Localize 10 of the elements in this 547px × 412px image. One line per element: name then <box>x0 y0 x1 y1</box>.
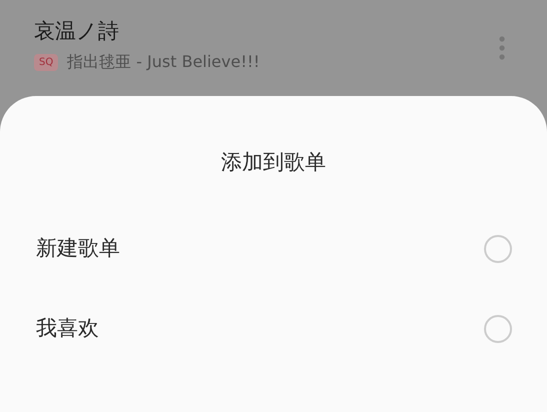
option-label[interactable]: 新建歌单 <box>36 233 484 265</box>
song-title: 哀温ノ詩 <box>34 18 120 45</box>
quality-badge: SQ <box>34 54 58 70</box>
option-label[interactable]: 我喜欢 <box>36 313 484 345</box>
more-options-button[interactable] <box>497 36 507 60</box>
more-icon <box>499 36 505 60</box>
artist-text: 指出毬亜 - Just Believe!!! <box>67 51 260 73</box>
radio-button[interactable] <box>484 235 512 263</box>
radio-button[interactable] <box>484 315 512 343</box>
sheet-title: 添加到歌单 <box>221 149 326 176</box>
